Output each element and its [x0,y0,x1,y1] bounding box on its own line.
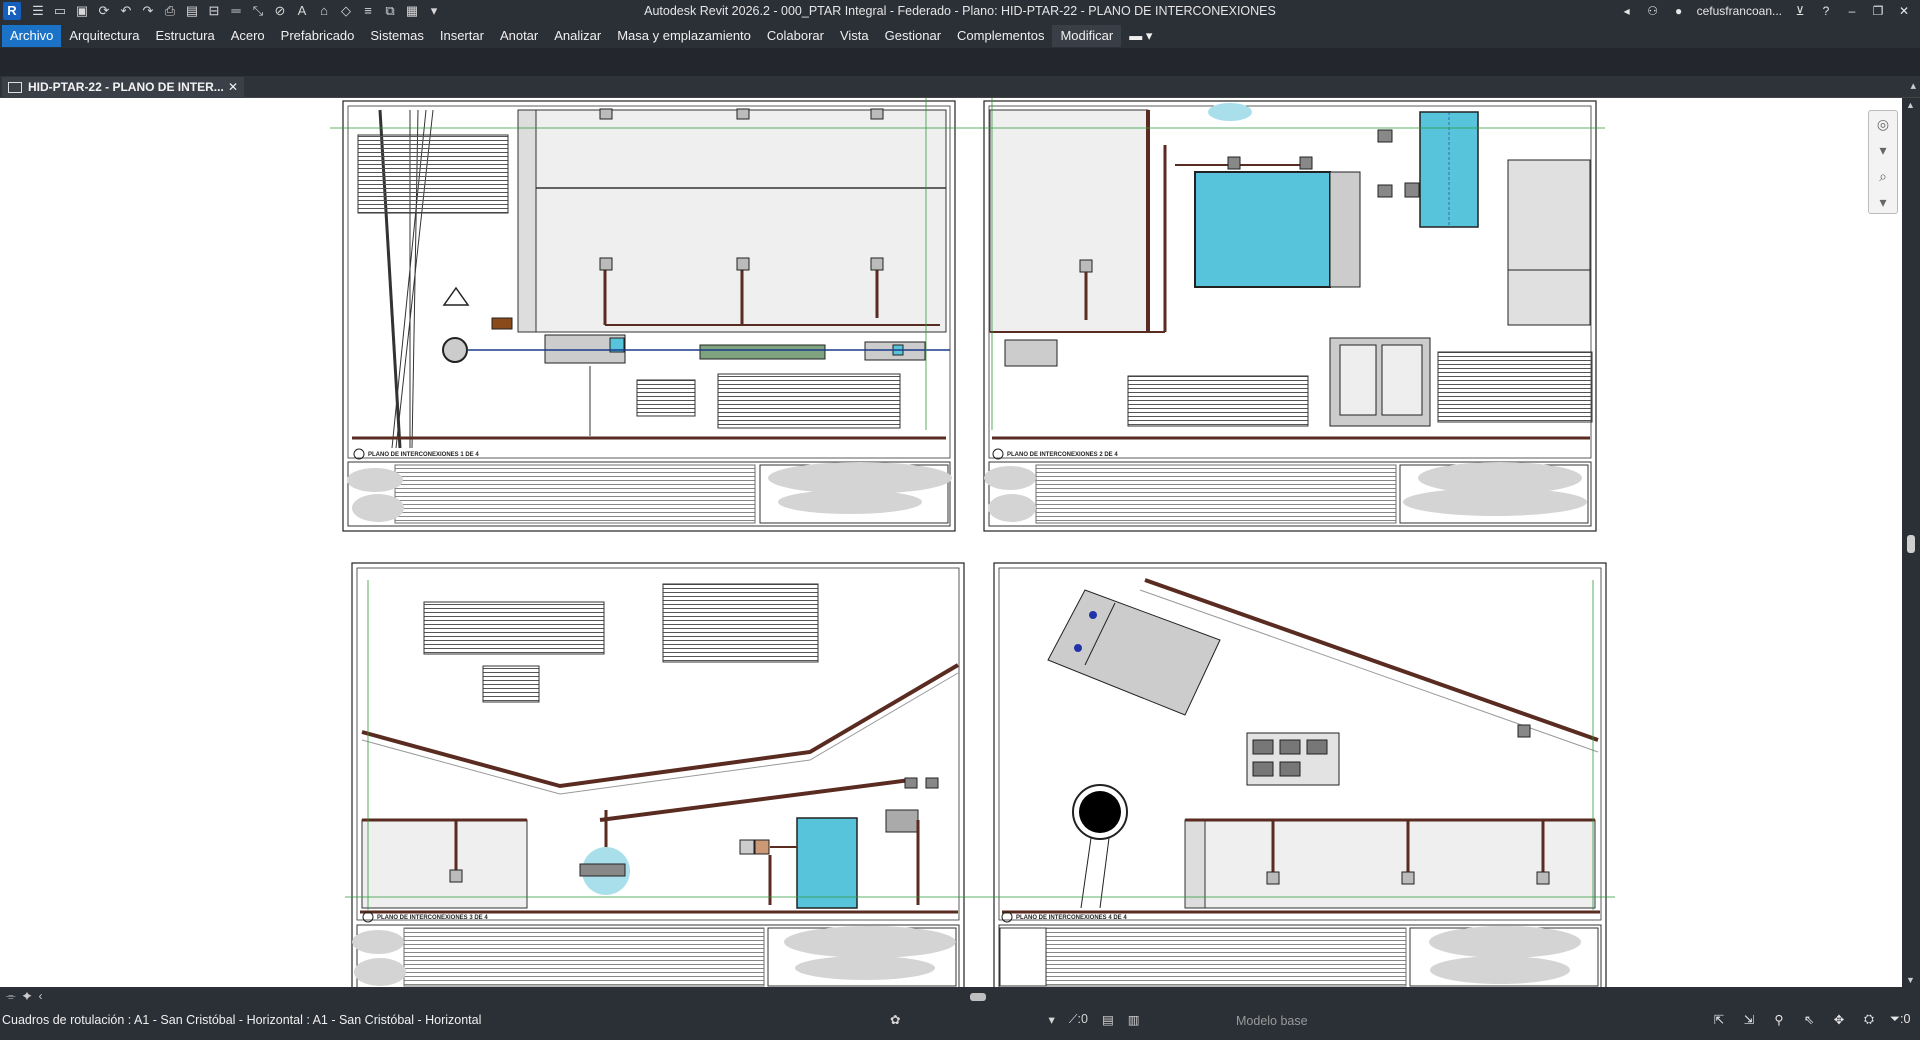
cart-icon[interactable]: ⊻ [1792,3,1808,19]
menu-masa[interactable]: Masa y emplazamiento [609,25,759,47]
sheet-4[interactable]: PLANO DE INTERCONEXIONES 4 DE 4 [993,562,1607,987]
sheet-3[interactable]: PLANO DE INTERCONEXIONES 3 DE 4 [351,562,965,987]
menu-prefabricado[interactable]: Prefabricado [273,25,363,47]
active-model-dropdown[interactable]: Modelo base [1236,1014,1308,1028]
user-group-icon[interactable]: ⚇ [1645,3,1661,19]
menu-arquitectura[interactable]: Arquitectura [61,25,147,47]
select-pinned-icon[interactable]: ⚲ [1770,1012,1788,1027]
navigation-bar: ◎ ▾ ⌕ ▾ [1868,110,1898,214]
tab-overflow-icon[interactable]: ▴ [1910,79,1916,92]
ribbon-panel-collapsed [0,48,1920,76]
menu-gestionar[interactable]: Gestionar [877,25,949,47]
help-icon[interactable]: ? [1818,3,1834,19]
sheet-icon [8,82,22,93]
background-process-icon[interactable]: ⛭ [1860,1012,1878,1027]
restore-icon[interactable]: ❐ [1870,3,1886,19]
menu-estructura[interactable]: Estructura [147,25,222,47]
sheet-1-title: PLANO DE INTERCONEXIONES 1 DE 4 [368,452,479,458]
menu-acero[interactable]: Acero [223,25,273,47]
status-bar: Cuadros de rotulación : A1 - San Cristób… [0,1007,1920,1040]
sheet-2[interactable]: PLANO DE INTERCONEXIONES 2 DE 4 [983,100,1597,532]
ribbon-toggle-icon[interactable]: ▬ ▾ [1121,25,1160,47]
worksharing-icon[interactable]: ✿ [890,1012,900,1027]
nav-dropdown-icon[interactable]: ▾ [1869,137,1897,163]
close-window-icon[interactable]: ✕ [1896,3,1912,19]
sheet-2-title: PLANO DE INTERCONEXIONES 2 DE 4 [1007,452,1118,458]
sheet-3-title: PLANO DE INTERCONEXIONES 3 DE 4 [377,915,488,921]
menu-anotar[interactable]: Anotar [492,25,546,47]
menu-sistemas[interactable]: Sistemas [362,25,431,47]
view-tab[interactable]: HID-PTAR-22 - PLANO DE INTER... ✕ [2,77,244,98]
user-name[interactable]: cefusfrancoan... [1697,4,1782,18]
view-control-icons[interactable]: ⌯ ✦ ‹ [6,989,42,1004]
sheet-4-title: PLANO DE INTERCONEXIONES 4 DE 4 [1016,915,1127,921]
sheet-1[interactable]: PLANO DE INTERCONEXIONES 1 DE 4 [342,100,956,532]
menu-colaborar[interactable]: Colaborar [759,25,832,47]
scroll-up-icon[interactable]: ▲ [1906,100,1915,110]
zoom-dropdown-icon[interactable]: ▾ [1869,189,1897,215]
view-tab-bar: HID-PTAR-22 - PLANO DE INTER... ✕ ▴ [0,76,1920,98]
vertical-scroll-thumb[interactable] [1907,535,1915,553]
menu-insertar[interactable]: Insertar [432,25,492,47]
steering-wheel-icon[interactable]: ◎ [1869,111,1897,137]
worksets-icon[interactable]: ▤ [1102,1012,1114,1027]
user-icon[interactable]: ● [1671,3,1687,19]
back-arrow-icon[interactable]: ◂ [1619,3,1635,19]
zoom-icon[interactable]: ⌕ [1869,163,1897,189]
scroll-down-icon[interactable]: ▼ [1906,975,1915,985]
title-bar: R ☰ ▭ ▣ ⟳ ↶ ↷ ⎙ ▤ ⊟ ═ ⤡ ⊘ A ⌂ ◇ ≡ ⧉ ▦ ▾ … [0,0,1920,24]
menu-file[interactable]: Archivo [2,25,62,47]
close-tab-icon[interactable]: ✕ [228,77,238,98]
menu-vista[interactable]: Vista [832,25,877,47]
selection-status-text: Cuadros de rotulación : A1 - San Cristób… [2,1013,482,1027]
menu-complementos[interactable]: Complementos [949,25,1052,47]
design-options-icon[interactable]: ▥ [1128,1012,1140,1027]
minimize-icon[interactable]: – [1844,3,1860,19]
select-underlay-icon[interactable]: ⇲ [1740,1012,1758,1027]
horizontal-scrollbar[interactable]: ⌯ ✦ ‹ [0,987,1920,1007]
view-tab-label: HID-PTAR-22 - PLANO DE INTER... [28,80,224,94]
horizontal-scroll-thumb[interactable] [970,993,986,1001]
drawing-canvas[interactable]: PLANO DE INTERCONEXIONES 1 DE 4 PLANO DE… [0,98,1902,987]
select-links-icon[interactable]: ⇱ [1710,1012,1728,1027]
menu-analizar[interactable]: Analizar [546,25,609,47]
drag-elements-icon[interactable]: ✥ [1830,1012,1848,1027]
filter-icon[interactable]: ⏷:0 [1890,1012,1910,1027]
vertical-scrollbar[interactable]: ▲ ▼ [1902,98,1920,987]
menu-modificar[interactable]: Modificar [1052,25,1122,47]
ribbon-tabs: Archivo Arquitectura Estructura Acero Pr… [0,24,1920,48]
workset-dropdown-icon[interactable]: ▾ [1048,1012,1054,1027]
select-by-face-icon[interactable]: ⇖ [1800,1012,1818,1027]
worksets-count: ⟋:0 [1068,1012,1088,1026]
